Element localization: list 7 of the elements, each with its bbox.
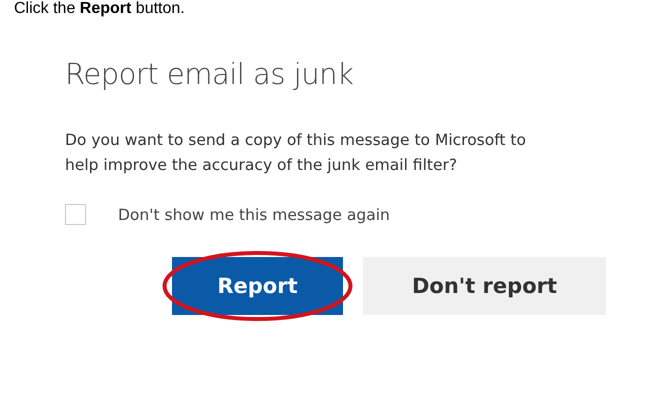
dialog-message: Do you want to send a copy of this message to Microsoft to help improve the accuracy of the junk email filter? [65, 130, 527, 176]
dialog-title: Report email as junk [65, 56, 354, 93]
checkbox-label: Don't show me this message again [118, 206, 390, 224]
instruction-text: Click the Report button. [13, 0, 186, 18]
report-button[interactable]: Report [172, 257, 343, 315]
dont-report-button[interactable]: Don't report [363, 257, 606, 315]
checkbox[interactable] [65, 204, 86, 225]
